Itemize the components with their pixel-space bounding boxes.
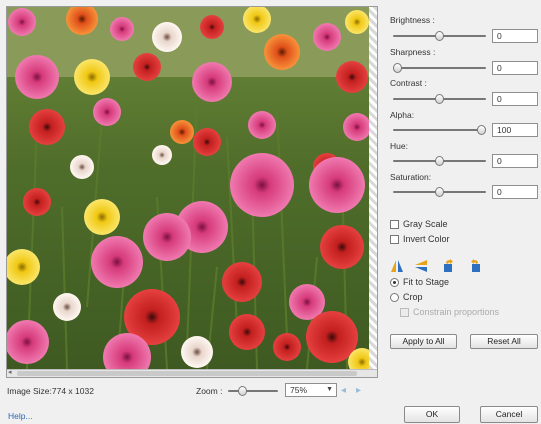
slider-knob[interactable] — [238, 386, 248, 396]
constrain-proportions-label: Constrain proportions — [413, 307, 500, 317]
crop-option[interactable]: Crop — [390, 291, 423, 303]
transform-toolbar — [390, 259, 490, 273]
adjustments-panel: Brightness : 0 Sharpness : 0 Contrast : … — [388, 0, 538, 424]
gray-scale-label: Gray Scale — [403, 219, 448, 229]
horizontal-scrollbar[interactable]: ◂ — [7, 369, 377, 377]
fit-to-stage-label: Fit to Stage — [403, 277, 450, 287]
gray-scale-option[interactable]: Gray Scale — [390, 218, 448, 230]
hue-slider[interactable] — [393, 156, 486, 166]
slider-knob[interactable] — [435, 31, 444, 41]
brightness-input[interactable]: 0 — [492, 29, 538, 43]
invert-color-label: Invert Color — [403, 234, 450, 244]
alpha-input[interactable]: 100 — [492, 123, 538, 137]
sharpness-input[interactable]: 0 — [492, 61, 538, 75]
alpha-slider[interactable] — [393, 125, 486, 135]
zoom-select[interactable]: 75% ▼ — [285, 383, 337, 397]
saturation-slider[interactable] — [393, 187, 486, 197]
gray-scale-checkbox[interactable] — [390, 219, 399, 229]
constrain-proportions-checkbox[interactable] — [400, 307, 409, 317]
contrast-label: Contrast : — [390, 78, 427, 88]
image-preview[interactable]: ◂ — [6, 6, 378, 378]
invert-color-checkbox[interactable] — [390, 234, 399, 244]
flip-horizontal-icon[interactable] — [390, 259, 404, 273]
crop-label: Crop — [403, 292, 423, 302]
hue-label: Hue: — [390, 141, 408, 151]
arrow-right-icon[interactable]: ▸ — [356, 385, 361, 396]
saturation-label: Saturation: — [390, 172, 432, 182]
scrollbar-thumb[interactable] — [17, 371, 357, 376]
sharpness-slider[interactable] — [393, 63, 486, 73]
invert-color-option[interactable]: Invert Color — [390, 233, 450, 245]
cancel-button[interactable]: Cancel — [480, 406, 538, 423]
slider-knob[interactable] — [435, 94, 444, 104]
fit-to-stage-option[interactable]: Fit to Stage — [390, 276, 449, 288]
slider-knob[interactable] — [435, 156, 444, 166]
brightness-label: Brightness : — [390, 15, 435, 25]
zoom-label: Zoom : — [196, 386, 223, 396]
sharpness-label: Sharpness : — [390, 47, 436, 57]
saturation-input[interactable]: 0 — [492, 185, 538, 199]
transparency-checker — [369, 7, 377, 377]
image-size-text: Image Size:774 x 1032 — [7, 386, 94, 396]
contrast-slider[interactable] — [393, 94, 486, 104]
rotate-left-icon[interactable] — [442, 259, 456, 273]
slider-knob[interactable] — [435, 187, 444, 197]
constrain-proportions-option[interactable]: Constrain proportions — [400, 306, 499, 318]
hue-input[interactable]: 0 — [492, 154, 538, 168]
crop-radio[interactable] — [390, 292, 399, 302]
ok-button[interactable]: OK — [404, 406, 460, 423]
chevron-down-icon[interactable]: ▼ — [326, 384, 333, 396]
alpha-label: Alpha: — [390, 110, 415, 120]
slider-knob[interactable] — [393, 63, 402, 73]
zoom-slider[interactable] — [228, 386, 278, 396]
flip-vertical-icon[interactable] — [414, 259, 428, 273]
slider-knob[interactable] — [477, 125, 486, 135]
brightness-slider[interactable] — [393, 31, 486, 41]
help-link[interactable]: Help... — [8, 411, 33, 421]
contrast-input[interactable]: 0 — [492, 92, 538, 106]
scroll-left-icon[interactable]: ◂ — [8, 369, 12, 377]
flower-photo — [7, 7, 369, 369]
zoom-value: 75% — [290, 385, 308, 395]
reset-all-button[interactable]: Reset All — [470, 334, 538, 349]
arrow-left-icon[interactable]: ◂ — [341, 385, 346, 396]
apply-to-all-button[interactable]: Apply to All — [390, 334, 457, 349]
rotate-right-icon[interactable] — [468, 259, 482, 273]
fit-to-stage-radio[interactable] — [390, 277, 399, 287]
